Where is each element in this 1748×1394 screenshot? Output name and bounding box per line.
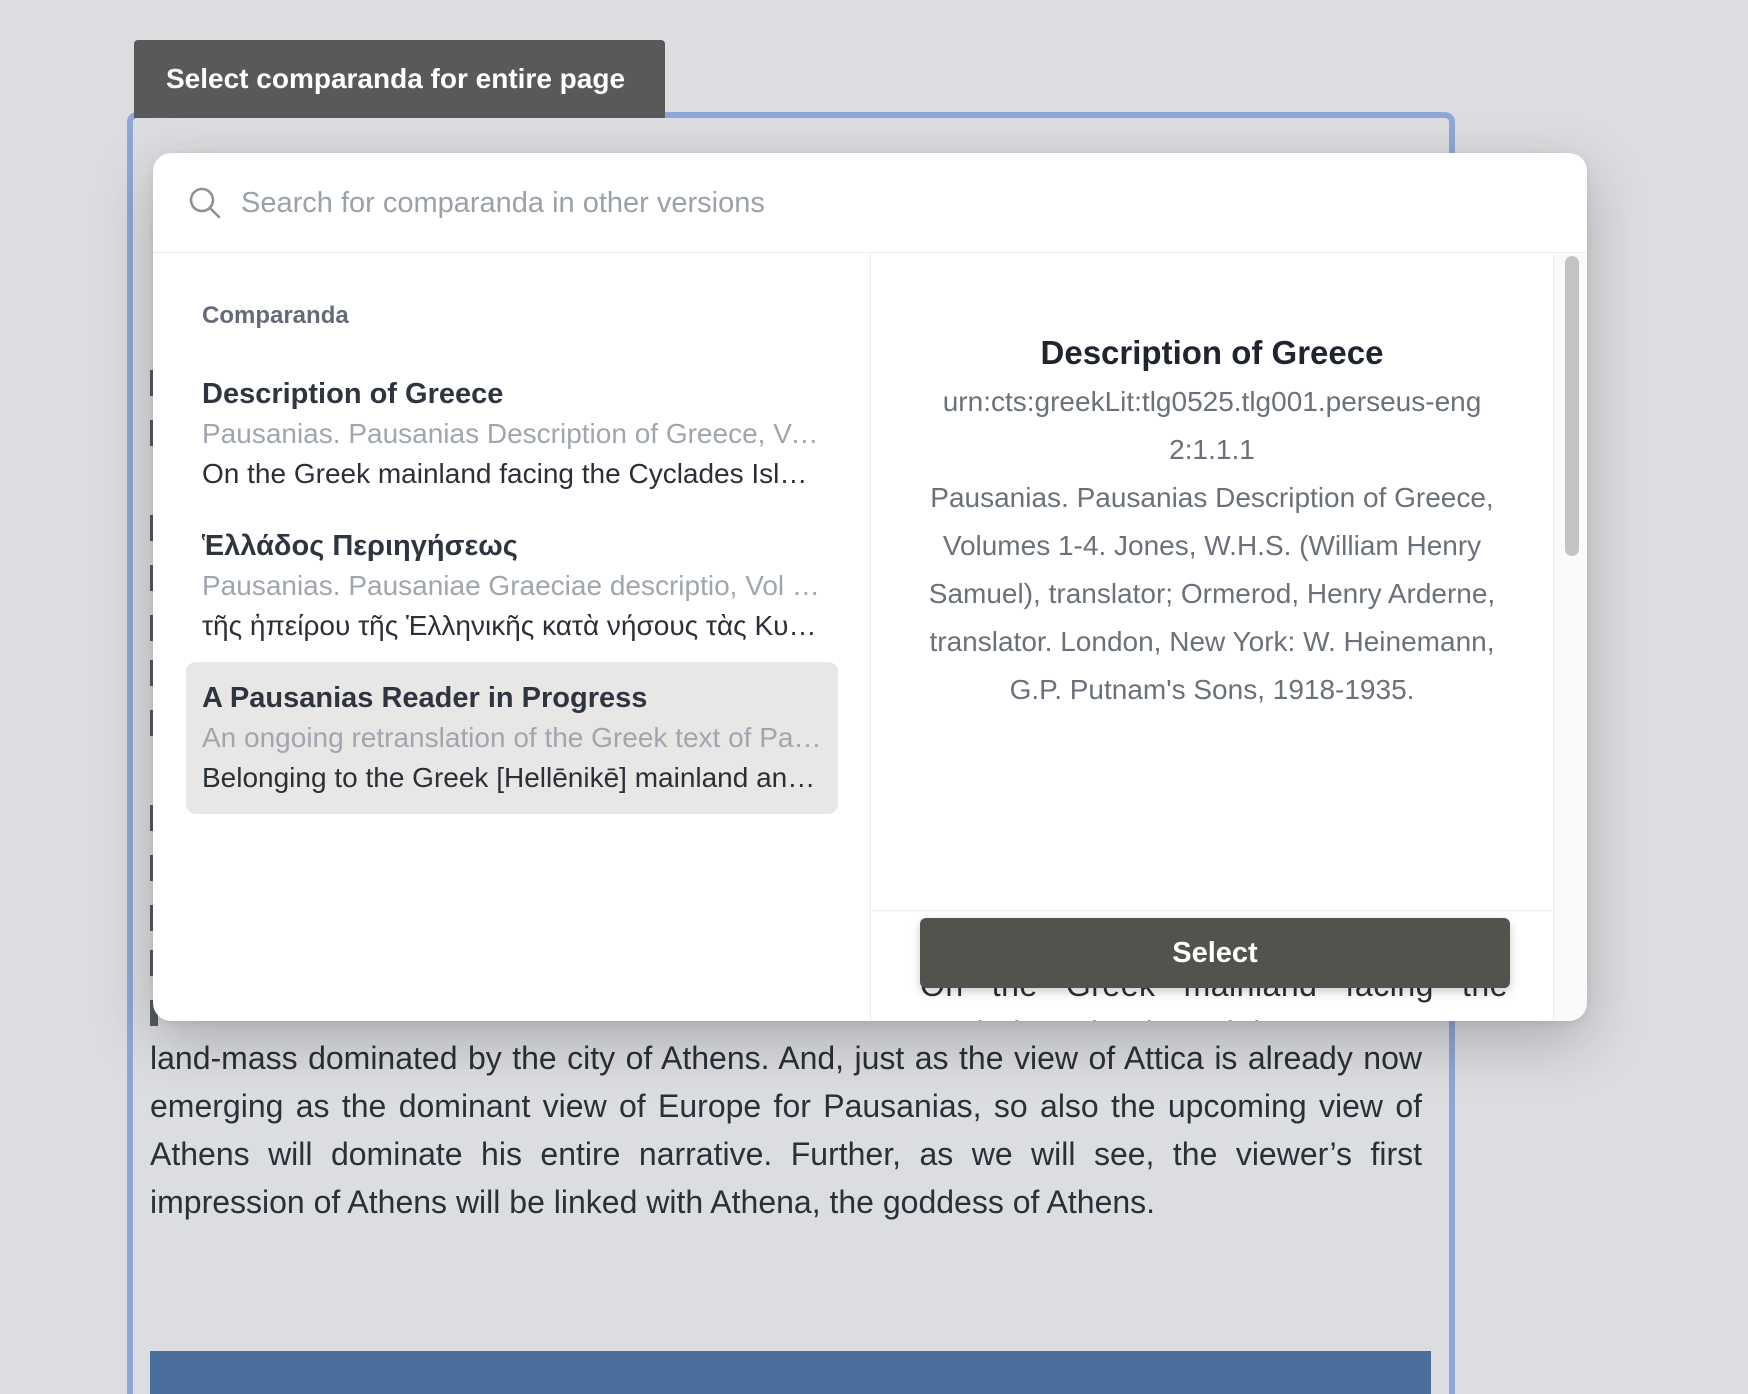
item-snippet: Belonging to the Greek [Hellēnikē] mainl… (202, 762, 822, 793)
comparanda-detail: Description of Greece urn:cts:greekLit:t… (872, 254, 1552, 1021)
detail-citation: Pausanias. Pausanias Description of Gree… (928, 482, 1496, 705)
select-button[interactable]: Select (920, 918, 1510, 988)
item-citation: Pausanias. Pausaniae Graeciae descriptio… (202, 570, 822, 601)
detail-header: Description of Greece urn:cts:greekLit:t… (872, 254, 1552, 911)
search-bar (153, 153, 1587, 253)
comparanda-modal: Comparanda Description of Greece Pausani… (153, 153, 1587, 1021)
item-title: Ἑλλάδος Περιηγήσεως (202, 530, 518, 562)
item-title: A Pausanias Reader in Progress (202, 682, 648, 714)
list-item[interactable]: Ἑλλάδος Περιηγήσεως Pausanias. Pausaniae… (186, 510, 838, 662)
item-citation: Pausanias. Pausanias Description of Gree… (202, 418, 822, 449)
page-paragraph: land-mass dominated by the city of Athen… (150, 1040, 1422, 1220)
item-citation: An ongoing retranslation of the Greek te… (202, 722, 822, 753)
detail-urn: urn:cts:greekLit:tlg0525.tlg001.perseus-… (942, 386, 1482, 465)
list-item-selected[interactable]: A Pausanias Reader in Progress An ongoin… (186, 662, 838, 814)
search-input[interactable] (241, 175, 1541, 231)
detail-title: Description of Greece (1040, 334, 1384, 371)
page-image (150, 1351, 1431, 1394)
search-icon (189, 187, 221, 219)
select-comparanda-page-button[interactable]: Select comparanda for entire page (134, 40, 665, 118)
item-title: Description of Greece (202, 378, 504, 410)
scrollbar-thumb[interactable] (1565, 256, 1579, 556)
item-snippet: τῆς ἠπείρου τῆς Ἑλληνικῆς κατὰ νήσους τὰ… (202, 610, 822, 641)
comparanda-list: Comparanda Description of Greece Pausani… (153, 254, 871, 1021)
list-item[interactable]: Description of Greece Pausanias. Pausani… (186, 358, 838, 510)
item-snippet: On the Greek mainland facing the Cyclade… (202, 458, 822, 489)
comparanda-list-label: Comparanda (202, 302, 349, 329)
